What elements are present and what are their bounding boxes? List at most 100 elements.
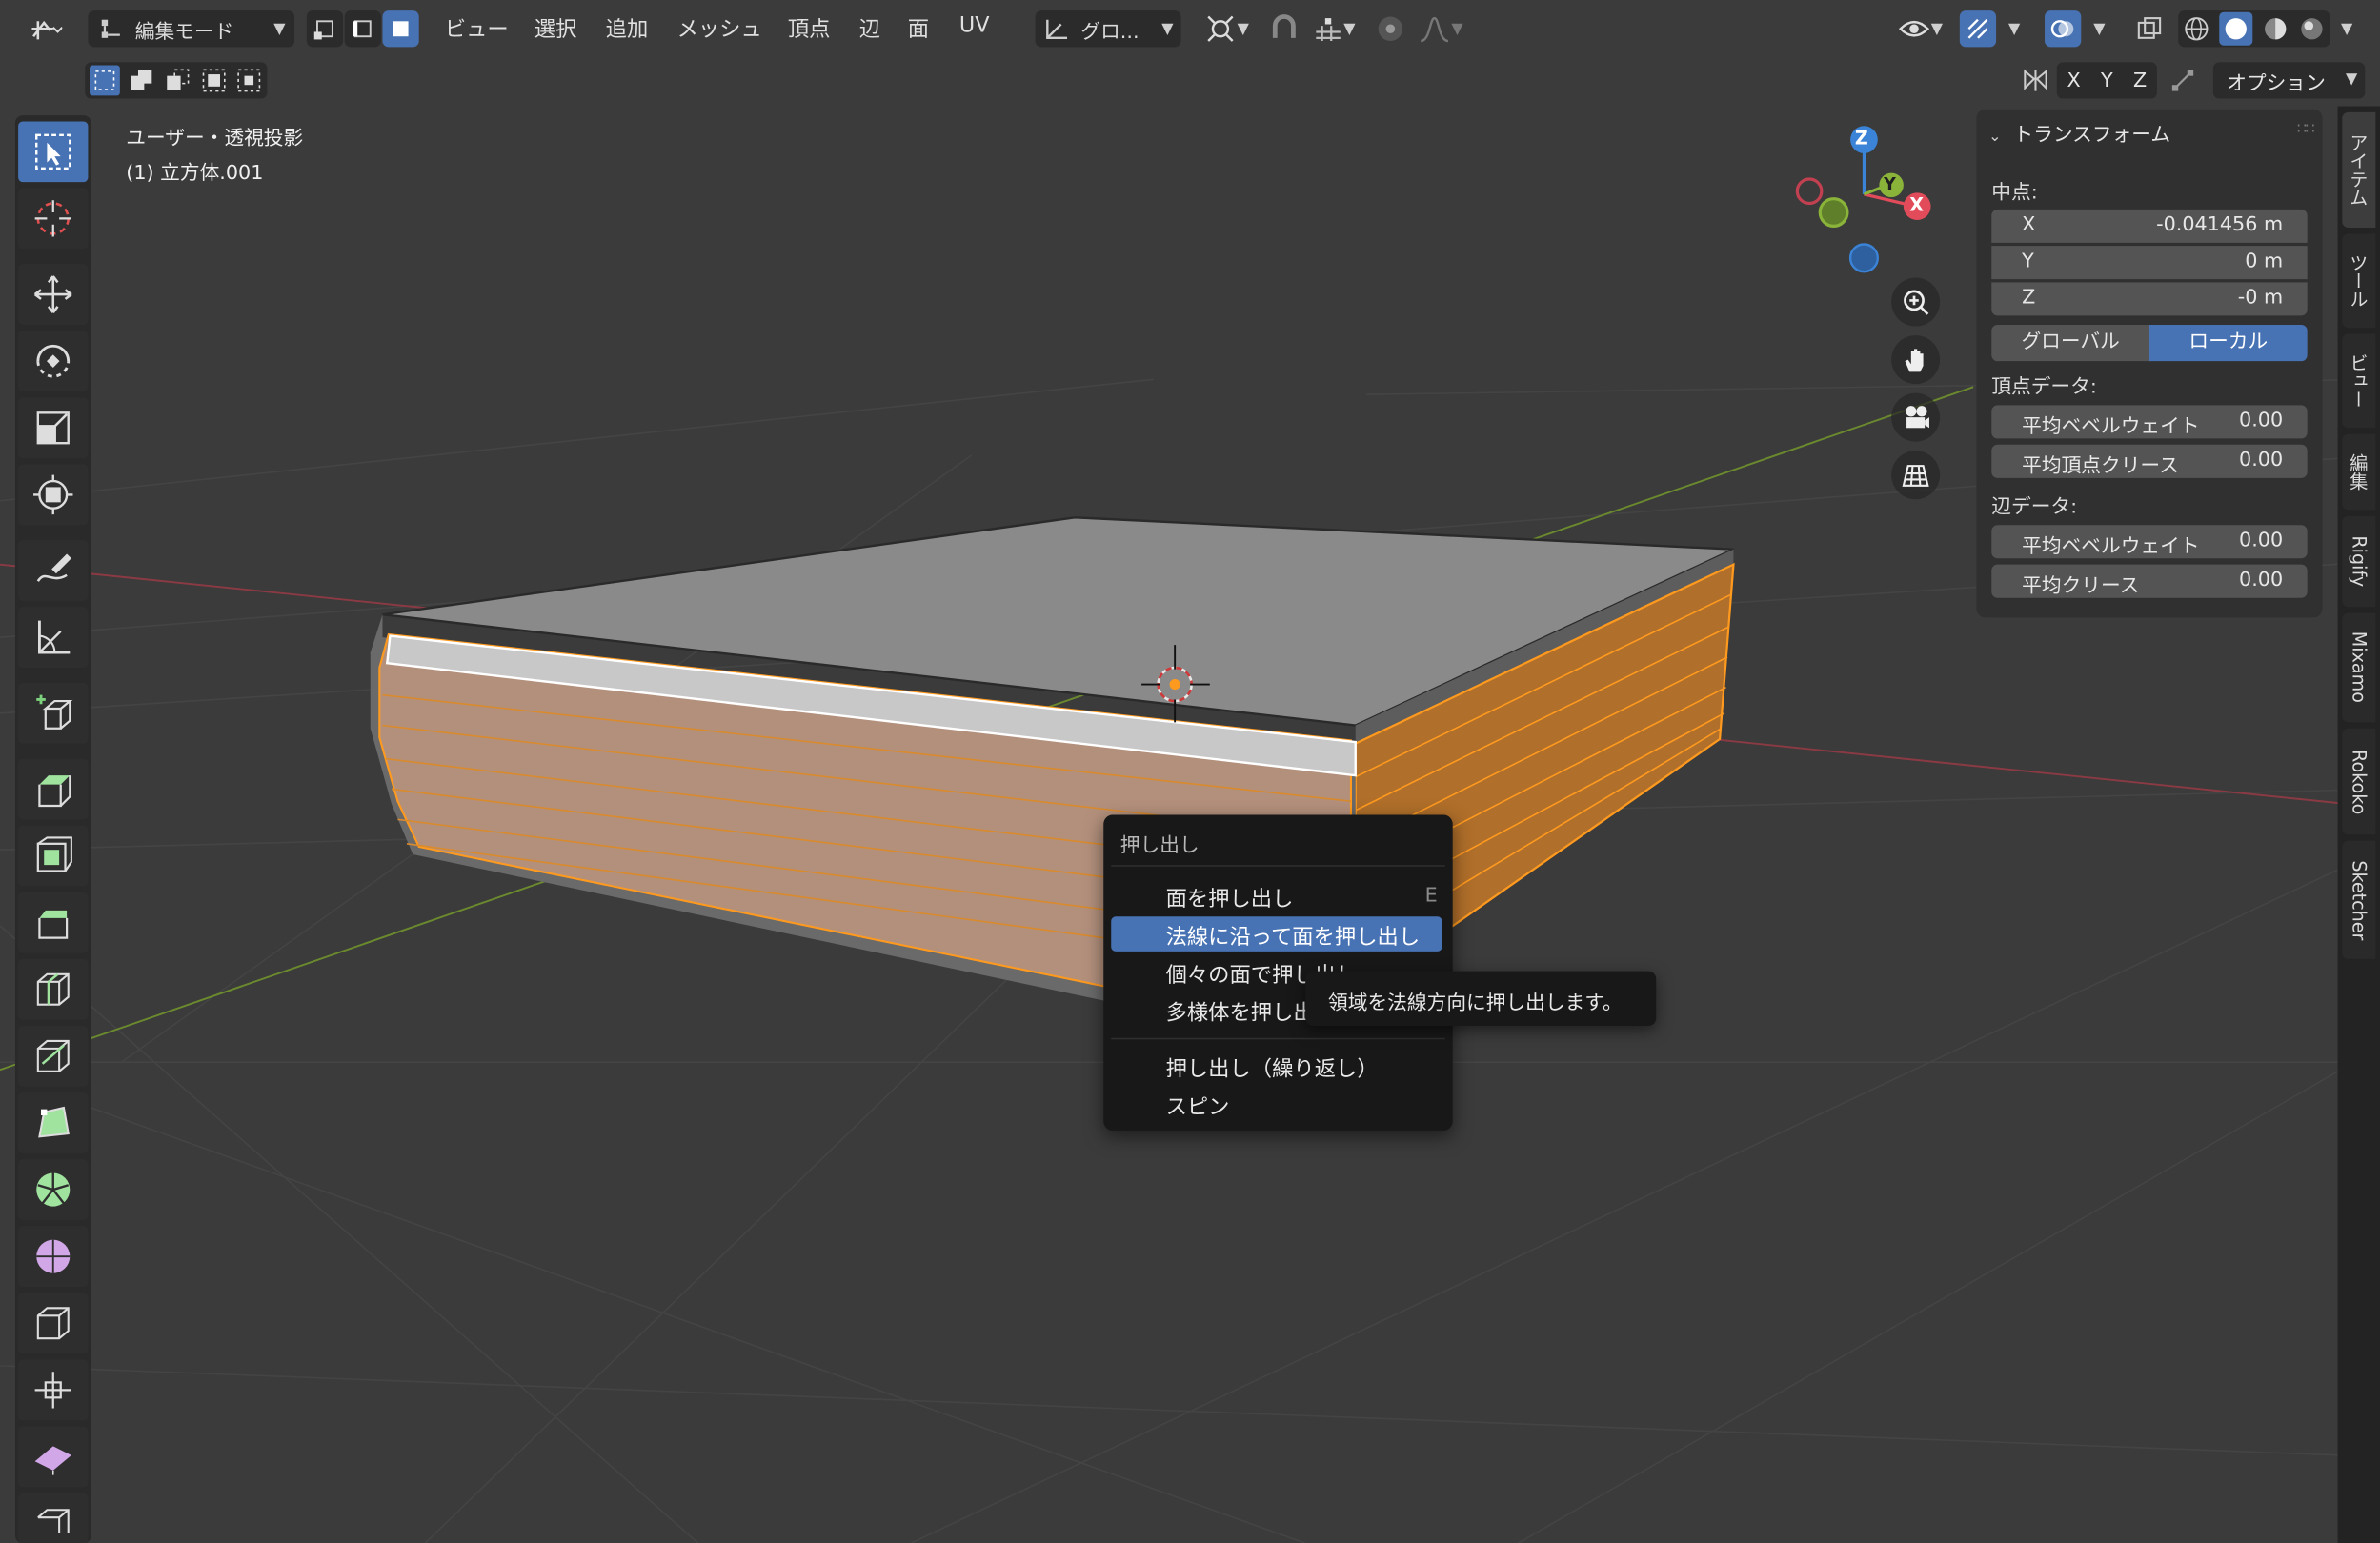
tab-sketcher[interactable]: Sketcher [2342,840,2376,959]
vertex-crease-label: 平均頂点クリース [2022,454,2179,478]
tab-edit[interactable]: 編集 [2342,433,2376,511]
edge-bevel-weight-field[interactable]: 平均ベベルウェイト 0.00 [1991,525,2308,559]
menu-add[interactable]: 追加 [606,13,649,44]
tool-spin[interactable] [18,1159,89,1220]
tool-annotate[interactable] [18,540,89,601]
tool-move[interactable] [18,264,89,325]
select-invert-icon[interactable] [200,67,228,94]
gizmo-toggle-button[interactable] [1959,10,1997,48]
tool-smooth[interactable] [18,1226,89,1288]
mirror-z-toggle[interactable]: Z [2133,69,2147,91]
select-subtract-icon[interactable] [164,67,192,94]
local-toggle[interactable]: ローカル [2148,324,2308,362]
tab-mixamo[interactable]: Mixamo [2342,612,2376,723]
tool-rotate[interactable] [18,331,89,392]
tool-measure[interactable] [18,607,89,669]
tool-shear[interactable] [18,1426,89,1488]
shading-dropdown[interactable]: ▼ [2331,10,2362,47]
pivot-point-button[interactable]: ▼ [1196,10,1257,47]
camera-icon [1906,406,1929,429]
menu-item-extrude-faces[interactable]: 面を押し出し E [1111,878,1442,913]
falloff-button[interactable]: ▼ [1412,10,1470,47]
options-dropdown[interactable]: オプション ▼ [2212,62,2366,99]
transform-orientation-dropdown[interactable]: グロ... ▼ [1035,10,1181,48]
tool-shrink-fatten[interactable] [18,1359,89,1421]
tab-item[interactable]: アイテム [2342,111,2376,228]
overlay-dropdown[interactable]: ▼ [2083,10,2116,47]
menu-face[interactable]: 面 [908,13,929,44]
menu-item-label: 法線に沿って面を押し出し [1165,925,1421,951]
select-new-button[interactable] [89,65,120,96]
rendered-shading-icon[interactable] [2298,15,2326,43]
tool-scale[interactable] [18,397,89,459]
tool-bevel[interactable] [18,892,89,953]
menu-view[interactable]: ビュー [445,13,509,44]
tool-inset[interactable] [18,825,89,887]
tool-loop-cut[interactable] [18,958,89,1020]
vertex-select-mode-button[interactable] [306,10,344,48]
vertex-bevel-weight-field[interactable]: 平均ベベルウェイト 0.00 [1991,405,2308,439]
snap-toggle-button[interactable] [1266,10,1302,47]
tab-rigify[interactable]: Rigify [2342,515,2376,608]
tool-edge-slide[interactable] [18,1293,89,1354]
material-shading-icon[interactable] [2262,15,2289,43]
mode-dropdown[interactable]: 編集モード ▼ [88,10,295,48]
drag-handle-icon[interactable]: ∷∷ [2297,121,2315,138]
mesh-object[interactable] [370,516,1735,1002]
tool-add-cube[interactable] [18,682,89,744]
mirror-toggle-button[interactable] [2019,64,2052,97]
solid-shading-button[interactable] [2219,11,2253,46]
menu-item-extrude-repeat[interactable]: 押し出し（繰り返し） [1111,1049,1442,1084]
inset-icon [36,836,72,872]
tool-transform[interactable] [18,464,89,526]
shear-icon [34,1446,71,1475]
overlay-toggle-button[interactable] [2045,10,2082,48]
tool-extrude-region[interactable] [18,758,89,820]
menu-mesh[interactable]: メッシュ [677,13,762,44]
gizmo-dropdown[interactable]: ▼ [1998,10,2031,47]
zoom-button[interactable] [1891,277,1941,327]
proportional-edit-button[interactable] [1372,10,1408,47]
tool-select-box[interactable] [18,121,89,183]
select-intersect-icon[interactable] [235,67,263,94]
wireframe-shading-icon[interactable] [2183,15,2210,43]
face-select-mode-button[interactable] [382,10,419,48]
camera-view-button[interactable] [1891,392,1941,442]
proportional-edit-icon [1378,16,1403,42]
edge-select-mode-button[interactable] [344,10,381,48]
median-y-field[interactable]: Y 0 m [1991,246,2308,280]
menu-vertex[interactable]: 頂点 [788,13,831,44]
pan-button[interactable] [1891,335,1941,385]
perspective-toggle-button[interactable] [1891,451,1941,500]
menu-select[interactable]: 選択 [534,13,577,44]
tool-poly-build[interactable] [18,1092,89,1153]
editor-type-button[interactable] [18,10,72,47]
xray-toggle-button[interactable] [2131,10,2168,47]
menu-edge[interactable]: 辺 [859,13,880,44]
menu-uv[interactable]: UV [959,13,990,37]
select-extend-icon[interactable] [128,67,155,94]
chevron-down-icon: ▼ [2008,20,2021,38]
snap-target-button[interactable]: ▼ [1305,10,1363,47]
vertex-crease-field[interactable]: 平均頂点クリース 0.00 [1991,444,2308,478]
tab-tool[interactable]: ツール [2342,233,2376,329]
transform-title: トランスフォーム [2013,124,2171,148]
mirror-y-toggle[interactable]: Y [2101,69,2113,91]
visibility-dropdown[interactable]: ▼ [1890,10,1951,47]
vertex-select-icon [313,20,333,40]
tool-knife[interactable] [18,1026,89,1087]
tool-cursor[interactable] [18,188,89,250]
transform-panel-header[interactable]: ⌄ トランスフォーム [1988,118,2171,148]
mirror-x-toggle[interactable]: X [2067,69,2080,91]
menu-item-extrude-along-normals[interactable]: 法線に沿って面を押し出し [1111,916,1442,952]
median-x-field[interactable]: X -0.041456 m [1991,209,2308,243]
median-z-field[interactable]: Z -0 m [1991,282,2308,316]
edge-crease-field[interactable]: 平均クリース 0.00 [1991,564,2308,598]
global-toggle[interactable]: グローバル [1991,324,2149,362]
tool-rip[interactable] [18,1493,89,1543]
menu-separator [1111,865,1445,867]
menu-item-spin[interactable]: スピン [1111,1087,1442,1122]
auto-merge-toggle[interactable] [2166,64,2199,97]
tab-rokoko[interactable]: Rokoko [2342,728,2376,835]
tab-view[interactable]: ビュー [2342,333,2376,429]
